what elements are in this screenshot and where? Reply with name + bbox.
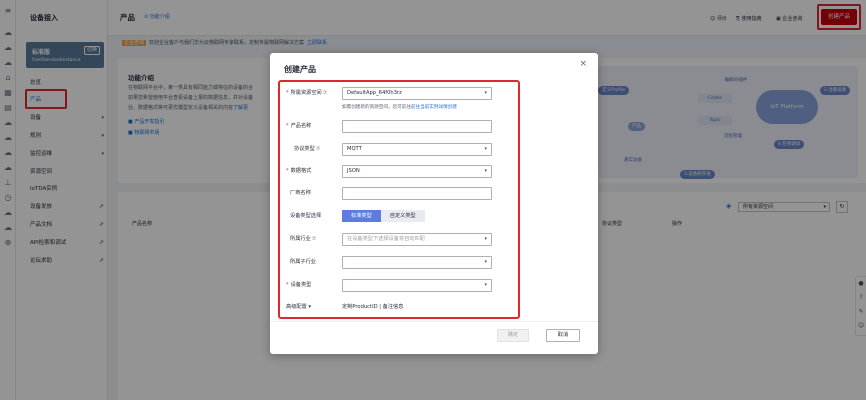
label-text: 所属资源空间	[290, 90, 322, 96]
required-mark: *	[286, 123, 289, 129]
advanced-config-summary: 定制ProductID | 备注信息	[342, 304, 404, 310]
advanced-config-toggle[interactable]: 高级配置 ▾	[286, 303, 311, 310]
vendor-input[interactable]	[342, 187, 492, 200]
custom-type-option[interactable]: 自定义类型	[380, 210, 425, 222]
chevron-down-icon: ▾	[484, 146, 487, 152]
label-text: 所属行业	[290, 236, 311, 242]
chevron-down-icon: ▾	[484, 236, 487, 242]
close-icon[interactable]: ×	[579, 59, 587, 69]
data-format-select[interactable]: JSON ▾	[342, 165, 492, 178]
select-value: MQTT	[347, 146, 362, 152]
label-text: 高级配置	[286, 304, 307, 310]
space-select[interactable]: DefaultApp_64f0h3rz ▾	[342, 87, 492, 100]
dialog-footer: 确定 取消	[270, 321, 598, 354]
sub-industry-select[interactable]: ▾	[342, 256, 492, 269]
standard-type-option[interactable]: 标准类型	[342, 210, 381, 222]
required-mark: *	[286, 168, 289, 174]
select-placeholder: 在设备类型下选择设备将自动匹配	[347, 236, 425, 242]
create-product-dialog: 创建产品 × * 所属资源空间⑦ DefaultApp_64f0h3rz ▾ 如需创…	[270, 53, 598, 354]
protocol-select[interactable]: MQTT ▾	[342, 143, 492, 156]
chevron-down-icon: ▾	[484, 168, 487, 174]
chevron-down-icon: ▾	[308, 304, 312, 310]
select-value: DefaultApp_64f0h3rz	[347, 90, 402, 96]
space-hint: 如需创建新的资源空间，您可前往前往当前实例详情创建	[342, 104, 457, 110]
sub-industry-label: 所属子行业	[290, 259, 316, 265]
vendor-label: 厂商名称	[290, 190, 311, 196]
required-mark: *	[286, 90, 289, 96]
help-icon: ⑦	[311, 236, 317, 242]
create-space-link[interactable]: 前往当前实例详情创建	[411, 105, 457, 110]
device-type-segmented: 标准类型 自定义类型	[342, 210, 425, 222]
hint-text: 如需创建新的资源空间，您可前往	[342, 105, 411, 110]
label-text: 设备类型	[290, 282, 312, 288]
format-label: * 数据格式	[286, 165, 338, 177]
industry-label: 所属行业⑦	[286, 233, 338, 245]
product-name-input[interactable]	[342, 120, 492, 133]
label-text: 数据格式	[290, 168, 312, 174]
label-text: 产品名称	[290, 123, 312, 129]
help-icon: ⑦	[322, 90, 328, 96]
confirm-button[interactable]: 确定	[497, 329, 529, 342]
device-type-select[interactable]: ▾	[342, 279, 492, 292]
label-text: 协议类型	[294, 146, 315, 152]
space-label: * 所属资源空间⑦	[286, 87, 338, 99]
help-icon: ⑦	[315, 146, 321, 152]
select-value: JSON	[347, 168, 360, 174]
device-type-label: * 设备类型	[286, 279, 338, 291]
chevron-down-icon: ▾	[484, 259, 487, 265]
name-label: * 产品名称	[286, 120, 338, 132]
chevron-down-icon: ▾	[484, 90, 487, 96]
industry-select[interactable]: 在设备类型下选择设备将自动匹配 ▾	[342, 233, 492, 246]
protocol-label: 协议类型⑦	[286, 143, 338, 155]
device-type-select-label: 设备类型选择	[290, 213, 322, 219]
dialog-title: 创建产品	[284, 65, 316, 74]
required-mark: *	[286, 282, 289, 288]
chevron-down-icon: ▾	[484, 282, 487, 288]
cancel-button[interactable]: 取消	[546, 329, 580, 342]
